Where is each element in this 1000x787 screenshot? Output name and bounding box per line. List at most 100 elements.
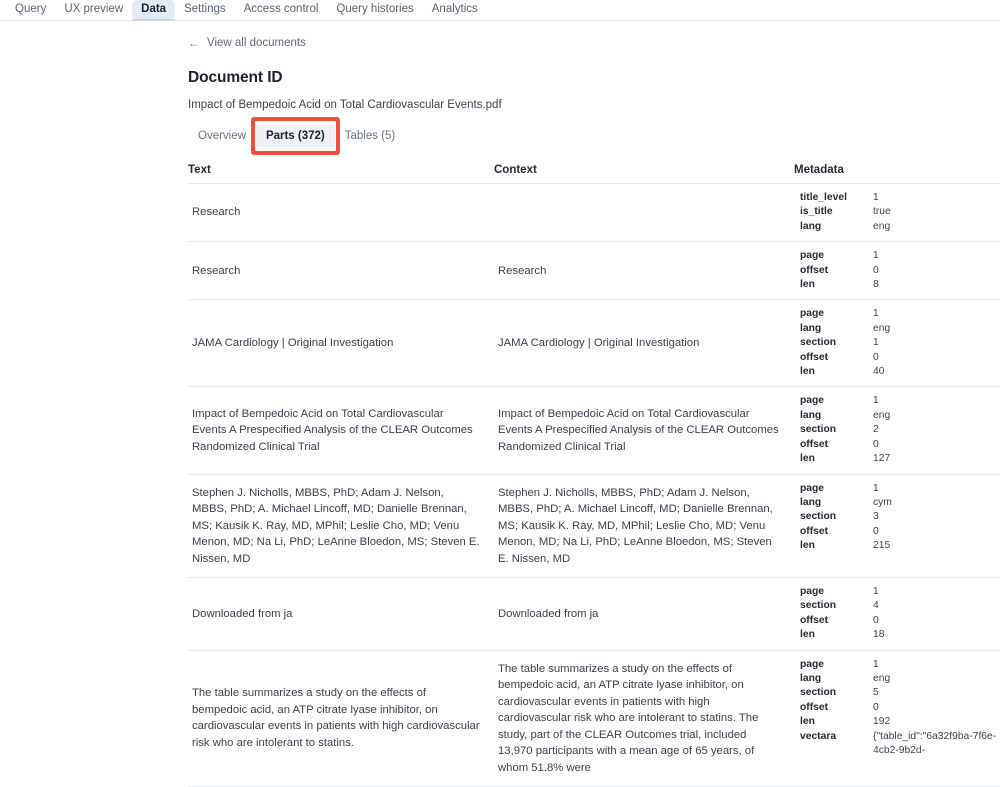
metadata-row: lang eng: [800, 220, 1000, 234]
metadata-key: title_level: [800, 192, 847, 203]
cell-text: The table summarizes a study on the effe…: [188, 650, 494, 787]
metadata-key: page: [800, 308, 825, 320]
cell-metadata: page 1 section 4 offset 0 len 18: [794, 577, 1000, 651]
metadata-key: lang: [800, 409, 822, 421]
table-row[interactable]: Research title_level 1 is_title true lang eng: [188, 183, 1000, 243]
doctab-parts-372[interactable]: Parts (372): [255, 125, 335, 147]
cell-metadata: title_level 1 is_title true lang eng: [794, 183, 1000, 243]
metadata-key: page: [800, 658, 825, 670]
column-header-metadata: Metadata: [794, 164, 1000, 184]
column-header-context: Context: [494, 164, 794, 184]
topnav-tab-query-histories[interactable]: Query histories: [327, 0, 422, 20]
metadata-row: lang eng: [800, 409, 1000, 423]
metadata-row: section 3: [800, 510, 1000, 524]
topnav-tab-ux-preview[interactable]: UX preview: [55, 0, 132, 20]
column-header-text: Text: [188, 164, 494, 184]
metadata-row: len 192: [800, 715, 1000, 729]
cell-context: [494, 183, 794, 243]
topnav-tab-query[interactable]: Query: [6, 0, 55, 20]
metadata-row: page 1: [800, 585, 1000, 599]
cell-text: JAMA Cardiology | Original Investigation: [188, 299, 494, 388]
metadata-key: offset: [800, 701, 829, 713]
metadata-row: len 8: [800, 278, 1000, 292]
cell-context: Impact of Bempedoic Acid on Total Cardio…: [494, 386, 794, 475]
metadata-value: 1: [873, 658, 879, 670]
metadata-value: 0: [873, 438, 879, 450]
metadata-row: lang cym: [800, 496, 1000, 510]
cell-context: Stephen J. Nicholls, MBBS, PhD; Adam J. …: [494, 474, 794, 578]
metadata-list: title_level 1 is_title true lang eng: [794, 184, 1000, 241]
table-row[interactable]: Research Research page 1 offset 0 len 8: [188, 241, 1000, 301]
metadata-value: 4: [873, 600, 879, 612]
table-row[interactable]: Impact of Bempedoic Acid on Total Cardio…: [188, 386, 1000, 475]
metadata-list: page 1 section 4 offset 0 len 18: [794, 578, 1000, 650]
metadata-value: 0: [873, 701, 879, 713]
table-row[interactable]: JAMA Cardiology | Original Investigation…: [188, 299, 1000, 388]
metadata-row: page 1: [800, 658, 1000, 672]
topnav-tab-analytics[interactable]: Analytics: [423, 0, 487, 20]
metadata-key: offset: [800, 614, 829, 626]
topnav-tab-settings[interactable]: Settings: [175, 0, 235, 20]
metadata-value: 18: [873, 629, 885, 641]
metadata-value: 0: [873, 614, 879, 626]
metadata-key: section: [800, 687, 837, 699]
doctab-tables-5[interactable]: Tables (5): [335, 125, 406, 147]
page-content: ← View all documents Document ID Impact …: [0, 37, 1000, 787]
view-all-documents-link[interactable]: ← View all documents: [188, 37, 306, 49]
metadata-key: len: [800, 540, 815, 552]
metadata-value: 1: [873, 192, 879, 203]
metadata-row: offset 0: [800, 264, 1000, 278]
metadata-key: len: [800, 453, 815, 465]
metadata-row: len 18: [800, 628, 1000, 642]
metadata-row: offset 0: [800, 438, 1000, 452]
metadata-value: 3: [873, 511, 879, 523]
active-tab-underline: [132, 19, 175, 21]
doctab-overview[interactable]: Overview: [188, 125, 256, 147]
metadata-row: section 4: [800, 599, 1000, 613]
metadata-value: 215: [873, 540, 891, 552]
metadata-row: lang eng: [800, 322, 1000, 336]
metadata-row: len 127: [800, 452, 1000, 466]
cell-text: Impact of Bempedoic Acid on Total Cardio…: [188, 386, 494, 475]
metadata-key: len: [800, 716, 815, 728]
metadata-value: cym: [873, 496, 892, 508]
metadata-row: len 215: [800, 539, 1000, 553]
metadata-value: 8: [873, 279, 879, 291]
metadata-value: 5: [873, 687, 879, 699]
metadata-list: page 1 lang eng section 5 offset 0 len 192 vectara…: [794, 651, 1000, 766]
arrow-left-icon: ←: [188, 36, 200, 50]
cell-text: Research: [188, 183, 494, 243]
metadata-row: page 1: [800, 307, 1000, 321]
view-all-documents-label: View all documents: [207, 37, 306, 49]
metadata-value: 127: [873, 453, 891, 465]
metadata-value: 1: [873, 482, 879, 494]
cell-metadata: page 1 lang cym section 3 offset 0 len 215: [794, 474, 1000, 578]
metadata-key: len: [800, 279, 815, 291]
table-row[interactable]: Downloaded from ja Downloaded from ja page…: [188, 577, 1000, 651]
cell-metadata: page 1 lang eng section 1 offset 0 len 40: [794, 299, 1000, 388]
topnav-tab-data[interactable]: Data: [132, 0, 176, 20]
metadata-value: eng: [873, 220, 891, 232]
metadata-row: offset 0: [800, 614, 1000, 628]
cell-text: Downloaded from ja: [188, 577, 494, 651]
metadata-value: true: [873, 206, 891, 218]
metadata-key: page: [800, 250, 825, 262]
metadata-key: lang: [800, 220, 822, 232]
metadata-row: section 1: [800, 336, 1000, 350]
metadata-row: len 40: [800, 365, 1000, 379]
topnav-tab-access-control[interactable]: Access control: [235, 0, 328, 20]
document-tabs: Overview Parts (372) Tables (5): [188, 117, 1000, 155]
metadata-value: eng: [873, 322, 891, 334]
metadata-row: page 1: [800, 394, 1000, 408]
metadata-value: 40: [873, 366, 885, 378]
metadata-value: 0: [873, 264, 879, 276]
cell-metadata: page 1 lang eng section 5 offset 0 len 192 vectara…: [794, 650, 1000, 787]
metadata-value: eng: [873, 673, 891, 685]
metadata-row: section 2: [800, 423, 1000, 437]
parts-table: Text Context Metadata Research title_leve…: [188, 164, 1000, 787]
metadata-value: 0: [873, 525, 879, 537]
metadata-row: offset 0: [800, 525, 1000, 539]
table-row[interactable]: Stephen J. Nicholls, MBBS, PhD; Adam J. …: [188, 474, 1000, 578]
cell-metadata: page 1 lang eng section 2 offset 0 len 127: [794, 386, 1000, 475]
table-row[interactable]: The table summarizes a study on the effe…: [188, 650, 1000, 787]
